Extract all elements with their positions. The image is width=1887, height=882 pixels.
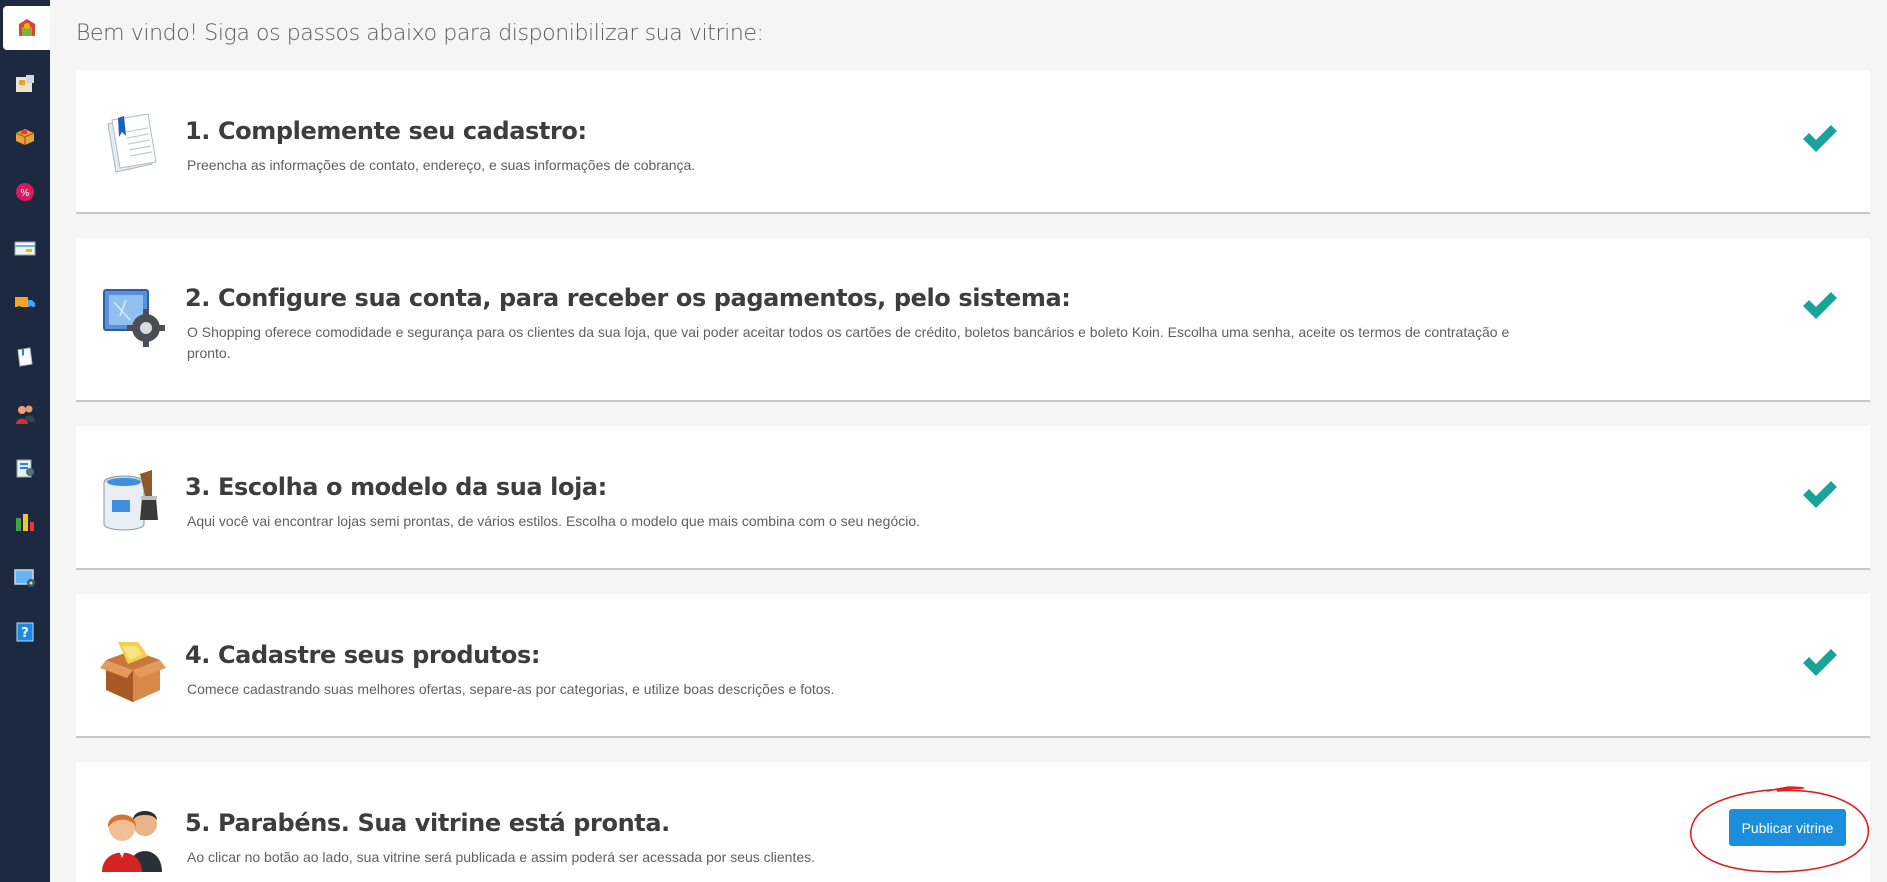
sidebar-item-customers[interactable]	[0, 392, 50, 436]
check-icon	[1803, 292, 1837, 319]
step-description: Aqui você vai encontrar lojas semi pront…	[187, 513, 921, 529]
check-icon	[1803, 125, 1837, 152]
payment-card-icon	[14, 241, 36, 256]
step-title: 5. Parabéns. Sua vitrine está pronta.	[185, 809, 670, 837]
check-icon	[1803, 649, 1837, 676]
sidebar-item-shipping[interactable]	[0, 280, 50, 324]
shipping-truck-icon	[15, 297, 35, 310]
sidebar-item-catalog[interactable]	[0, 62, 50, 106]
step-description: Preencha as informações de contato, ende…	[187, 157, 696, 173]
step-card-3: 3. Escolha o modelo da sua loja: Aqui vo…	[76, 426, 1870, 570]
sidebar-item-discounts[interactable]: %	[0, 170, 50, 214]
customers-icon	[102, 811, 162, 872]
step-title: 4. Cadastre seus produtos:	[185, 641, 541, 669]
sidebar-item-payments[interactable]	[0, 226, 50, 270]
svg-text:%: %	[20, 188, 30, 199]
reports-chart-icon	[16, 514, 34, 531]
sidebar-item-documents[interactable]	[0, 335, 50, 379]
step-card-1: 1. Complemente seu cadastro: Preencha as…	[76, 70, 1870, 214]
orders-icon	[16, 459, 34, 478]
discount-icon: %	[16, 183, 34, 201]
layout-settings-icon	[14, 569, 35, 587]
documents-icon	[17, 347, 33, 367]
publish-storefront-button[interactable]: Publicar vitrine	[1729, 809, 1846, 846]
sidebar: % ?	[0, 0, 50, 882]
svg-text:?: ?	[21, 626, 29, 641]
sidebar-item-layout[interactable]	[0, 556, 50, 600]
sidebar-item-reports[interactable]	[0, 500, 50, 544]
paint-bucket-icon	[103, 470, 158, 531]
sidebar-item-store[interactable]	[3, 6, 50, 50]
step-description: O Shopping oferece comodidade e seguranç…	[187, 324, 1510, 361]
catalog-icon	[16, 75, 34, 92]
step-description: Ao clicar no botão ao lado, sua vitrine …	[187, 849, 816, 865]
store-home-icon	[18, 19, 35, 36]
products-box-icon	[15, 129, 35, 145]
documents-icon	[107, 113, 157, 173]
settings-monitor-icon	[103, 289, 165, 347]
step-title: 2. Configure sua conta, para receber os …	[185, 284, 1071, 312]
check-icon	[1803, 481, 1837, 508]
step-card-5: 5. Parabéns. Sua vitrine está pronta. Ao…	[76, 762, 1870, 882]
sidebar-item-help[interactable]: ?	[0, 610, 50, 654]
products-box-icon	[100, 642, 166, 702]
sidebar-item-orders[interactable]	[0, 446, 50, 490]
step-description: Comece cadastrando suas melhores ofertas…	[187, 681, 835, 697]
help-icon: ?	[16, 622, 34, 642]
step-card-2: 2. Configure sua conta, para receber os …	[76, 238, 1870, 402]
customers-icon	[16, 405, 35, 424]
page-title: Bem vindo! Siga os passos abaixo para di…	[76, 21, 764, 46]
step-card-4: 4. Cadastre seus produtos: Comece cadast…	[76, 594, 1870, 738]
step-title: 3. Escolha o modelo da sua loja:	[185, 473, 607, 501]
step-title: 1. Complemente seu cadastro:	[185, 117, 587, 145]
sidebar-item-products[interactable]	[0, 114, 50, 158]
